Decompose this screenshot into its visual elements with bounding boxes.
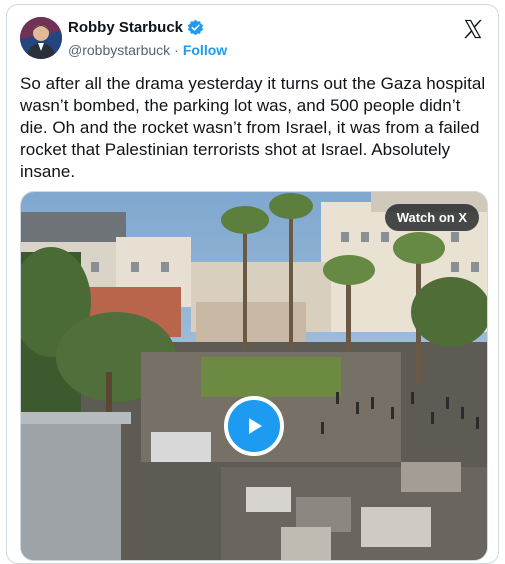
tweet-text: So after all the drama yesterday it turn… [20,74,486,181]
watch-on-x-button[interactable]: Watch on X [384,204,479,231]
avatar[interactable] [20,17,62,59]
play-icon [249,418,262,434]
tweet-card[interactable]: Robby Starbuck @robbystarbuck · Follow S… [6,4,499,564]
author-handle[interactable]: @robbystarbuck [68,42,170,58]
video-thumbnail [21,192,487,560]
separator-dot: · [174,42,179,58]
follow-button[interactable]: Follow [183,42,227,58]
author-name-text[interactable]: Robby Starbuck [68,19,183,36]
video-media[interactable]: Watch on X [20,191,488,561]
handle-row: @robbystarbuck · Follow [68,42,227,58]
author-name[interactable]: Robby Starbuck [68,19,204,36]
verified-badge-icon [187,19,204,36]
play-button[interactable] [224,396,284,456]
x-logo-icon[interactable] [462,18,484,40]
